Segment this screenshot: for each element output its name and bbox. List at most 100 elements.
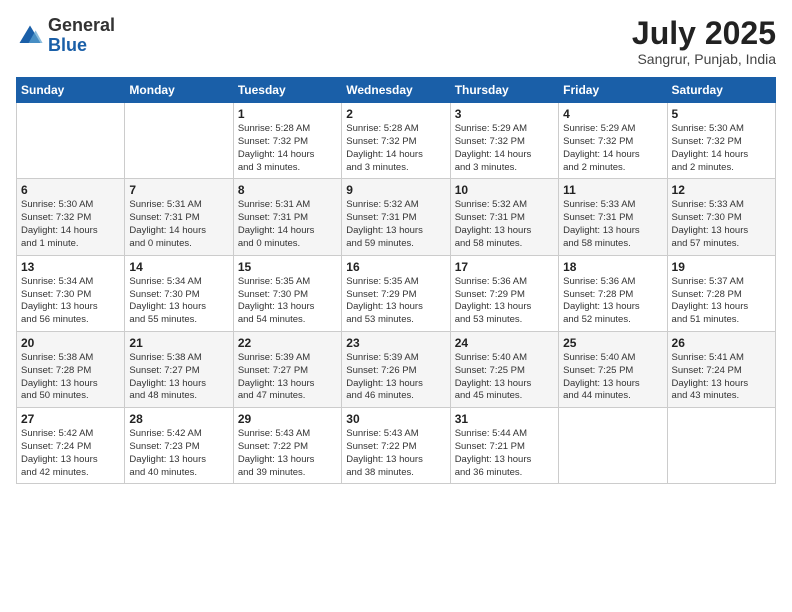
calendar-week-row: 13 Sunrise: 5:34 AM Sunset: 7:30 PM Dayli…: [17, 255, 776, 331]
calendar-day-cell: 22Sunrise: 5:39 AM Sunset: 7:27 PM Dayli…: [233, 331, 341, 407]
calendar-day-cell: 1Sunrise: 5:28 AM Sunset: 7:32 PM Daylig…: [233, 103, 341, 179]
day-info: Sunrise: 5:28 AM Sunset: 7:32 PM Dayligh…: [238, 123, 337, 174]
day-number: 18: [563, 260, 662, 274]
weekday-header: Monday: [125, 78, 233, 103]
day-number: 24: [455, 336, 554, 350]
logo-blue-text: Blue: [48, 35, 87, 55]
day-info: Sunrise: 5:29 AM Sunset: 7:32 PM Dayligh…: [455, 123, 554, 174]
day-info: Sunrise: 5:43 AM Sunset: 7:22 PM Dayligh…: [346, 428, 445, 479]
day-number: 15: [238, 260, 337, 274]
day-info: Sunrise: 5:31 AM Sunset: 7:31 PM Dayligh…: [238, 199, 337, 250]
day-number: 8: [238, 183, 337, 197]
day-info: Sunrise: 5:41 AM Sunset: 7:24 PM Dayligh…: [672, 352, 771, 403]
weekday-header: Thursday: [450, 78, 558, 103]
day-number: 25: [563, 336, 662, 350]
day-number: 12: [672, 183, 771, 197]
day-info: Sunrise: 5:35 AM Sunset: 7:29 PM Dayligh…: [346, 276, 445, 327]
day-number: 26: [672, 336, 771, 350]
day-number: 11: [563, 183, 662, 197]
calendar-day-cell: 26 Sunrise: 5:41 AM Sunset: 7:24 PM Dayli…: [667, 331, 775, 407]
logo: General Blue: [16, 16, 115, 56]
day-info: Sunrise: 5:39 AM Sunset: 7:26 PM Dayligh…: [346, 352, 445, 403]
title-block: July 2025 Sangrur, Punjab, India: [632, 16, 776, 67]
calendar-day-cell: 8 Sunrise: 5:31 AM Sunset: 7:31 PM Daylig…: [233, 179, 341, 255]
weekday-header: Wednesday: [342, 78, 450, 103]
calendar-day-cell: 10Sunrise: 5:32 AM Sunset: 7:31 PM Dayli…: [450, 179, 558, 255]
calendar-week-row: 6Sunrise: 5:30 AM Sunset: 7:32 PM Daylig…: [17, 179, 776, 255]
day-number: 19: [672, 260, 771, 274]
day-number: 4: [563, 107, 662, 121]
calendar-day-cell: 3 Sunrise: 5:29 AM Sunset: 7:32 PM Daylig…: [450, 103, 558, 179]
calendar-day-cell: 6Sunrise: 5:30 AM Sunset: 7:32 PM Daylig…: [17, 179, 125, 255]
calendar-day-cell: 20 Sunrise: 5:38 AM Sunset: 7:28 PM Dayli…: [17, 331, 125, 407]
day-number: 20: [21, 336, 120, 350]
day-info: Sunrise: 5:28 AM Sunset: 7:32 PM Dayligh…: [346, 123, 445, 174]
day-number: 27: [21, 412, 120, 426]
day-number: 3: [455, 107, 554, 121]
day-info: Sunrise: 5:32 AM Sunset: 7:31 PM Dayligh…: [346, 199, 445, 250]
day-info: Sunrise: 5:31 AM Sunset: 7:31 PM Dayligh…: [129, 199, 228, 250]
calendar-day-cell: 9 Sunrise: 5:32 AM Sunset: 7:31 PM Daylig…: [342, 179, 450, 255]
calendar-day-cell: [17, 103, 125, 179]
day-number: 21: [129, 336, 228, 350]
day-info: Sunrise: 5:33 AM Sunset: 7:30 PM Dayligh…: [672, 199, 771, 250]
day-number: 7: [129, 183, 228, 197]
calendar-day-cell: 17Sunrise: 5:36 AM Sunset: 7:29 PM Dayli…: [450, 255, 558, 331]
day-info: Sunrise: 5:30 AM Sunset: 7:32 PM Dayligh…: [21, 199, 120, 250]
calendar-day-cell: [559, 408, 667, 484]
day-info: Sunrise: 5:40 AM Sunset: 7:25 PM Dayligh…: [563, 352, 662, 403]
day-number: 10: [455, 183, 554, 197]
calendar-day-cell: [667, 408, 775, 484]
day-info: Sunrise: 5:37 AM Sunset: 7:28 PM Dayligh…: [672, 276, 771, 327]
calendar-table: SundayMondayTuesdayWednesdayThursdayFrid…: [16, 77, 776, 484]
day-number: 5: [672, 107, 771, 121]
day-number: 16: [346, 260, 445, 274]
day-info: Sunrise: 5:36 AM Sunset: 7:28 PM Dayligh…: [563, 276, 662, 327]
calendar-day-cell: 21 Sunrise: 5:38 AM Sunset: 7:27 PM Dayli…: [125, 331, 233, 407]
day-number: 13: [21, 260, 120, 274]
day-number: 29: [238, 412, 337, 426]
weekday-header-row: SundayMondayTuesdayWednesdayThursdayFrid…: [17, 78, 776, 103]
calendar-day-cell: 24Sunrise: 5:40 AM Sunset: 7:25 PM Dayli…: [450, 331, 558, 407]
calendar-day-cell: 4 Sunrise: 5:29 AM Sunset: 7:32 PM Daylig…: [559, 103, 667, 179]
location: Sangrur, Punjab, India: [632, 51, 776, 67]
day-number: 9: [346, 183, 445, 197]
day-info: Sunrise: 5:43 AM Sunset: 7:22 PM Dayligh…: [238, 428, 337, 479]
day-info: Sunrise: 5:38 AM Sunset: 7:28 PM Dayligh…: [21, 352, 120, 403]
calendar-day-cell: 27Sunrise: 5:42 AM Sunset: 7:24 PM Dayli…: [17, 408, 125, 484]
day-info: Sunrise: 5:33 AM Sunset: 7:31 PM Dayligh…: [563, 199, 662, 250]
calendar-day-cell: 16 Sunrise: 5:35 AM Sunset: 7:29 PM Dayli…: [342, 255, 450, 331]
day-number: 28: [129, 412, 228, 426]
logo-general-text: General: [48, 15, 115, 35]
page-container: General Blue July 2025 Sangrur, Punjab, …: [0, 0, 792, 612]
weekday-header: Tuesday: [233, 78, 341, 103]
weekday-header: Saturday: [667, 78, 775, 103]
logo-icon: [16, 22, 44, 50]
day-info: Sunrise: 5:38 AM Sunset: 7:27 PM Dayligh…: [129, 352, 228, 403]
day-info: Sunrise: 5:34 AM Sunset: 7:30 PM Dayligh…: [21, 276, 120, 327]
day-info: Sunrise: 5:36 AM Sunset: 7:29 PM Dayligh…: [455, 276, 554, 327]
month-year: July 2025: [632, 16, 776, 51]
day-info: Sunrise: 5:35 AM Sunset: 7:30 PM Dayligh…: [238, 276, 337, 327]
calendar-day-cell: 12 Sunrise: 5:33 AM Sunset: 7:30 PM Dayli…: [667, 179, 775, 255]
calendar-day-cell: 7 Sunrise: 5:31 AM Sunset: 7:31 PM Daylig…: [125, 179, 233, 255]
calendar-day-cell: 15 Sunrise: 5:35 AM Sunset: 7:30 PM Dayli…: [233, 255, 341, 331]
calendar-day-cell: 13 Sunrise: 5:34 AM Sunset: 7:30 PM Dayli…: [17, 255, 125, 331]
calendar-day-cell: 2 Sunrise: 5:28 AM Sunset: 7:32 PM Daylig…: [342, 103, 450, 179]
calendar-day-cell: [125, 103, 233, 179]
calendar-day-cell: 14Sunrise: 5:34 AM Sunset: 7:30 PM Dayli…: [125, 255, 233, 331]
day-number: 30: [346, 412, 445, 426]
day-info: Sunrise: 5:30 AM Sunset: 7:32 PM Dayligh…: [672, 123, 771, 174]
calendar-day-cell: 18 Sunrise: 5:36 AM Sunset: 7:28 PM Dayli…: [559, 255, 667, 331]
calendar-week-row: 20 Sunrise: 5:38 AM Sunset: 7:28 PM Dayli…: [17, 331, 776, 407]
day-info: Sunrise: 5:34 AM Sunset: 7:30 PM Dayligh…: [129, 276, 228, 327]
day-info: Sunrise: 5:44 AM Sunset: 7:21 PM Dayligh…: [455, 428, 554, 479]
day-number: 2: [346, 107, 445, 121]
calendar-day-cell: 30 Sunrise: 5:43 AM Sunset: 7:22 PM Dayli…: [342, 408, 450, 484]
calendar-day-cell: 25 Sunrise: 5:40 AM Sunset: 7:25 PM Dayli…: [559, 331, 667, 407]
day-info: Sunrise: 5:39 AM Sunset: 7:27 PM Dayligh…: [238, 352, 337, 403]
calendar-week-row: 27Sunrise: 5:42 AM Sunset: 7:24 PM Dayli…: [17, 408, 776, 484]
calendar-day-cell: 19 Sunrise: 5:37 AM Sunset: 7:28 PM Dayli…: [667, 255, 775, 331]
day-info: Sunrise: 5:29 AM Sunset: 7:32 PM Dayligh…: [563, 123, 662, 174]
calendar-day-cell: 31Sunrise: 5:44 AM Sunset: 7:21 PM Dayli…: [450, 408, 558, 484]
